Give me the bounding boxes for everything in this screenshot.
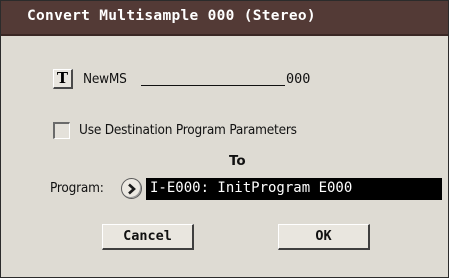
name-field-underline	[141, 85, 285, 86]
program-value: I-E000: InitProgram E000	[150, 180, 353, 196]
dialog-title: Convert Multisample 000 (Stereo)	[27, 8, 316, 24]
convert-multisample-dialog: Convert Multisample 000 (Stereo) T NewMS…	[0, 0, 449, 278]
program-label: Program:	[50, 180, 104, 196]
use-destination-checkbox[interactable]	[53, 122, 70, 139]
to-label: To	[229, 153, 246, 169]
ok-button[interactable]: OK	[278, 224, 370, 250]
multisample-number: 000	[286, 71, 311, 87]
use-destination-label[interactable]: Use Destination Program Parameters	[79, 122, 297, 138]
multisample-name-field[interactable]: NewMS	[83, 71, 127, 87]
program-value-field[interactable]: I-E000: InitProgram E000	[146, 178, 442, 200]
cancel-button[interactable]: Cancel	[102, 224, 194, 250]
text-edit-button[interactable]: T	[53, 69, 73, 89]
chevron-right-icon	[128, 183, 136, 195]
program-select-button[interactable]	[121, 178, 142, 199]
dialog-title-bar: Convert Multisample 000 (Stereo)	[1, 1, 448, 36]
